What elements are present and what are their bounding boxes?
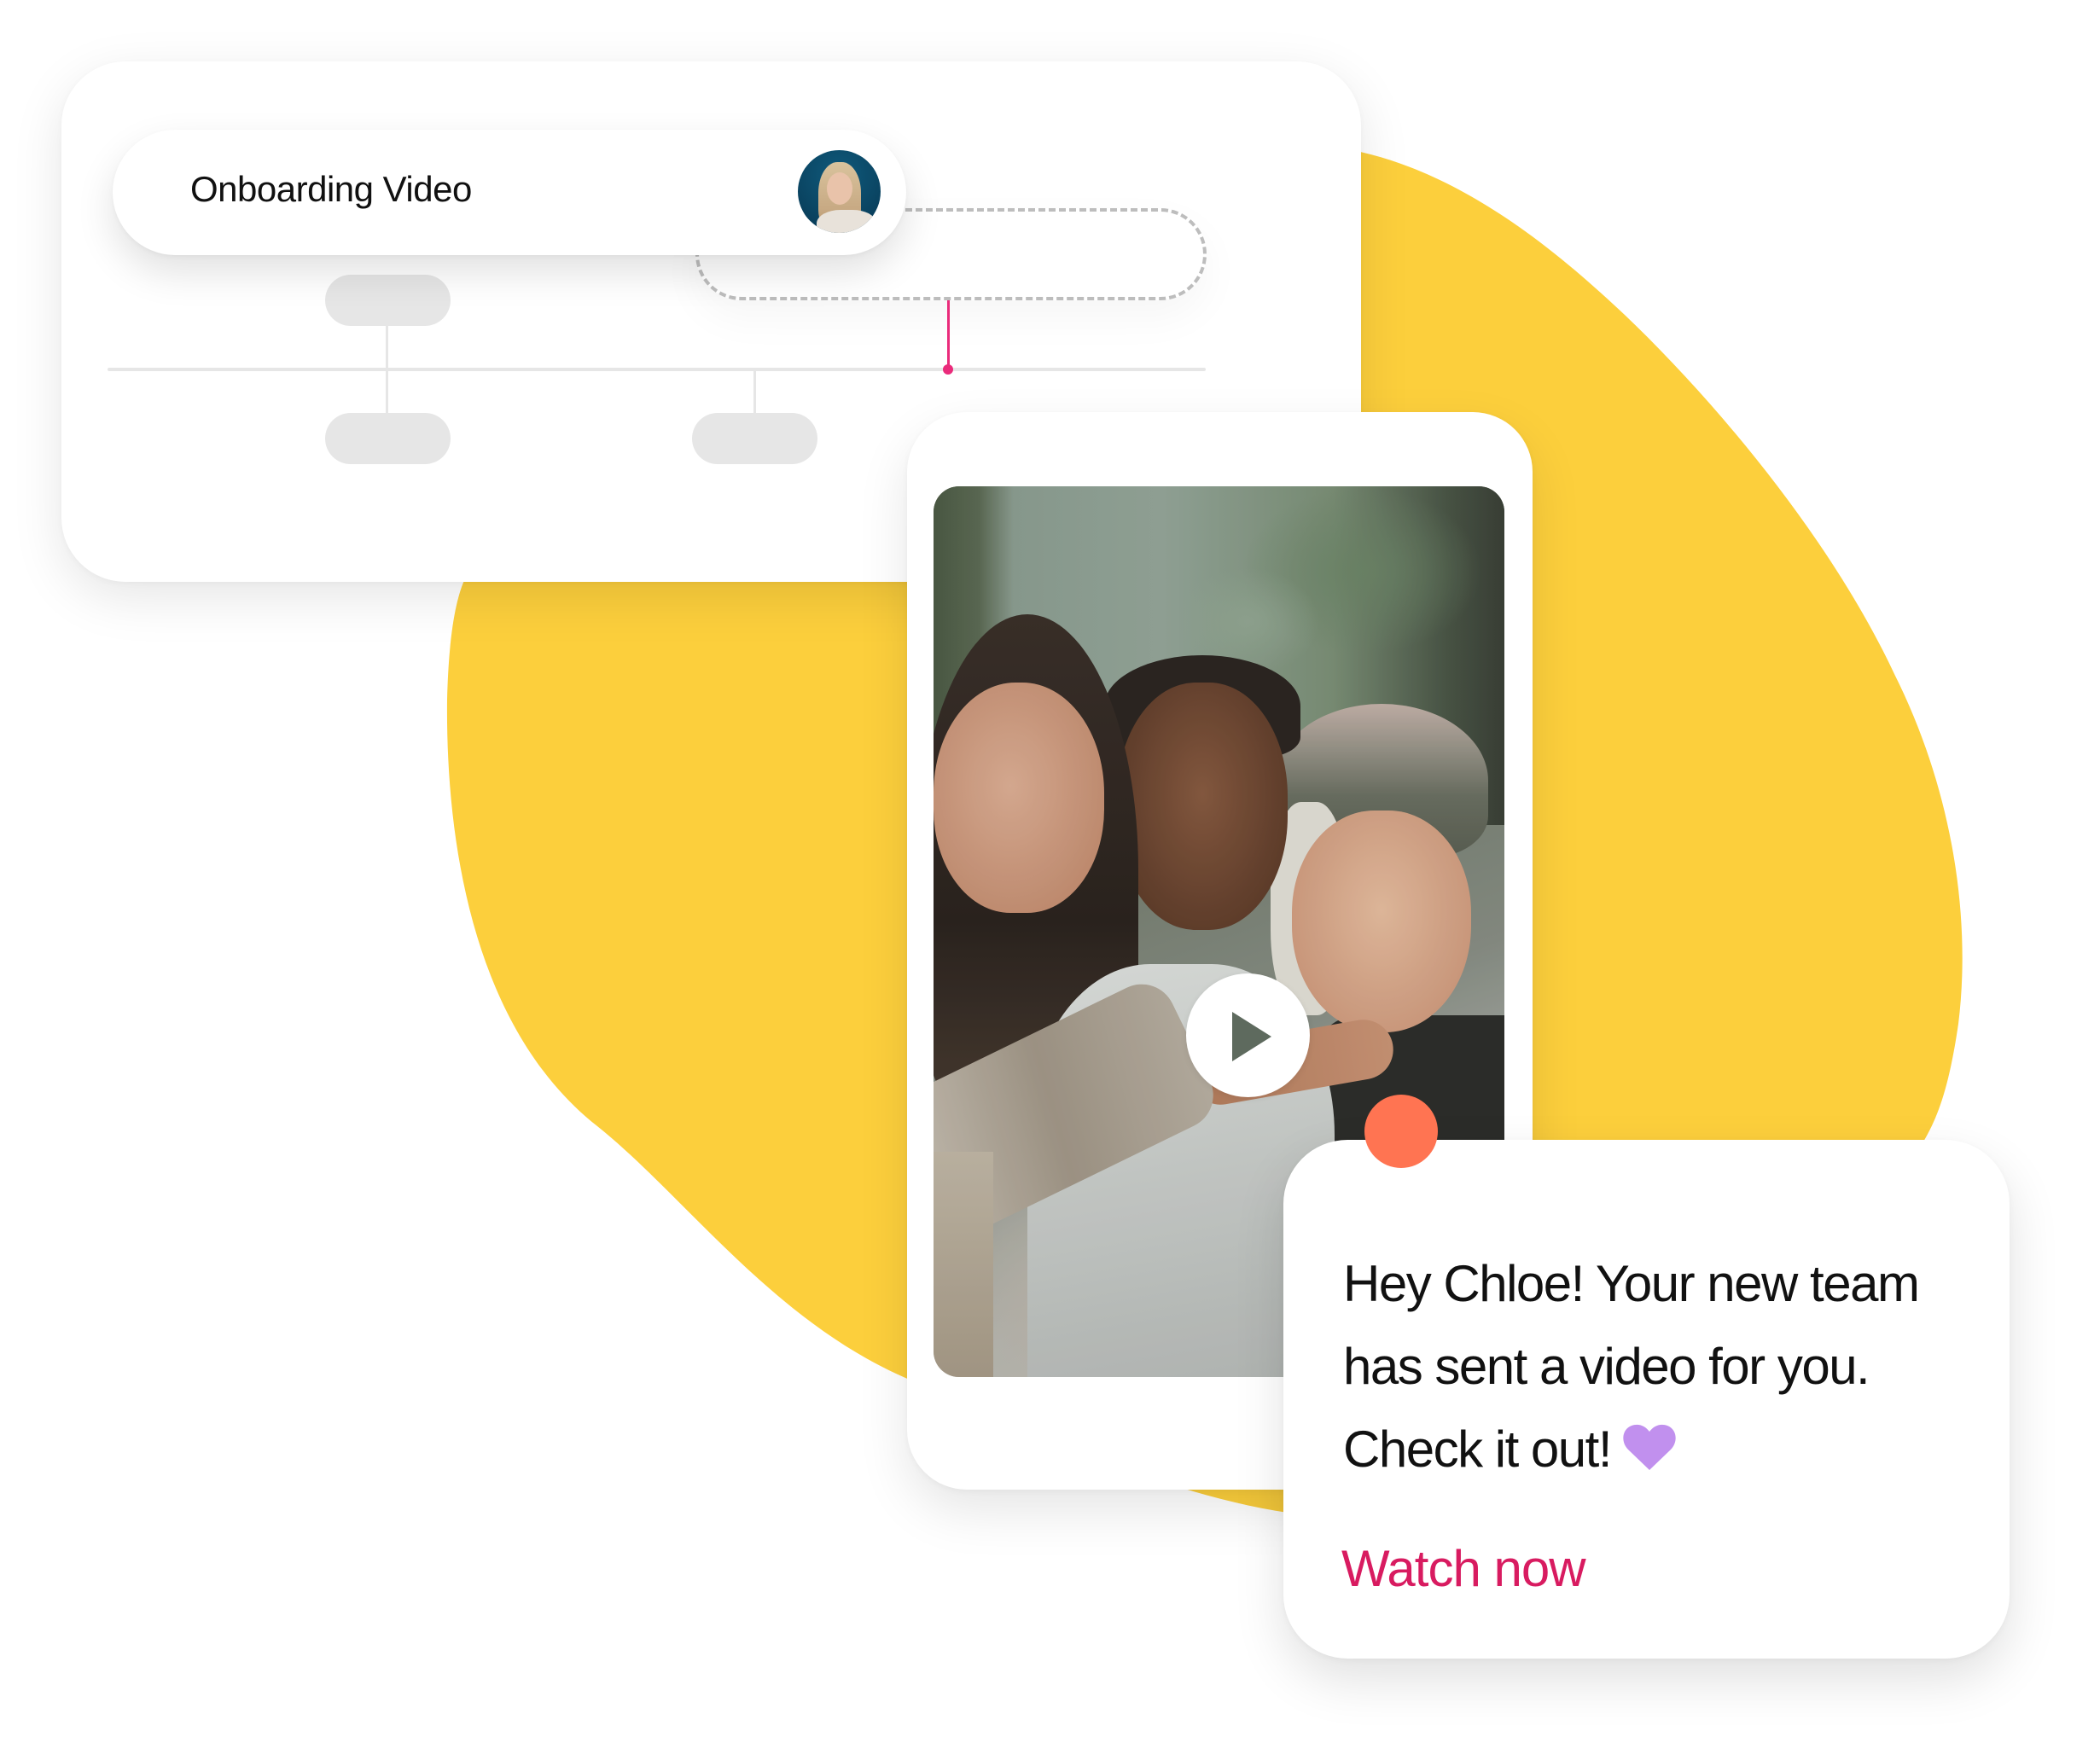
onboarding-video-item[interactable]: Onboarding Video xyxy=(113,130,906,255)
watch-now-link[interactable]: Watch now xyxy=(1341,1539,1586,1598)
timeline-connector xyxy=(386,326,388,413)
play-button[interactable] xyxy=(1186,973,1310,1097)
avatar xyxy=(798,150,881,233)
timeline-node-placeholder[interactable] xyxy=(325,275,451,326)
item-title: Onboarding Video xyxy=(190,169,472,209)
message-line: Check it out! xyxy=(1343,1421,1613,1478)
message-line: has sent a video for you. xyxy=(1343,1338,1870,1395)
timeline-connector xyxy=(753,369,756,413)
message-line: Hey Chloe! Your new team xyxy=(1343,1255,1920,1312)
play-icon xyxy=(1232,1012,1271,1061)
avatar-body xyxy=(817,210,876,233)
timeline-node-placeholder[interactable] xyxy=(692,413,817,464)
timeline-axis xyxy=(108,368,1206,371)
timeline-marker-dot[interactable] xyxy=(943,364,953,375)
heart-icon xyxy=(1623,1424,1676,1470)
notification-card: Hey Chloe! Your new team has sent a vide… xyxy=(1283,1140,2010,1659)
notification-dot xyxy=(1364,1095,1438,1168)
message-line-with-emoji: Check it out! xyxy=(1343,1408,1992,1490)
avatar-face xyxy=(827,172,852,205)
notification-message: Hey Chloe! Your new team has sent a vide… xyxy=(1343,1242,1992,1490)
timeline-marker-line xyxy=(947,300,950,369)
timeline-node-placeholder[interactable] xyxy=(325,413,451,464)
